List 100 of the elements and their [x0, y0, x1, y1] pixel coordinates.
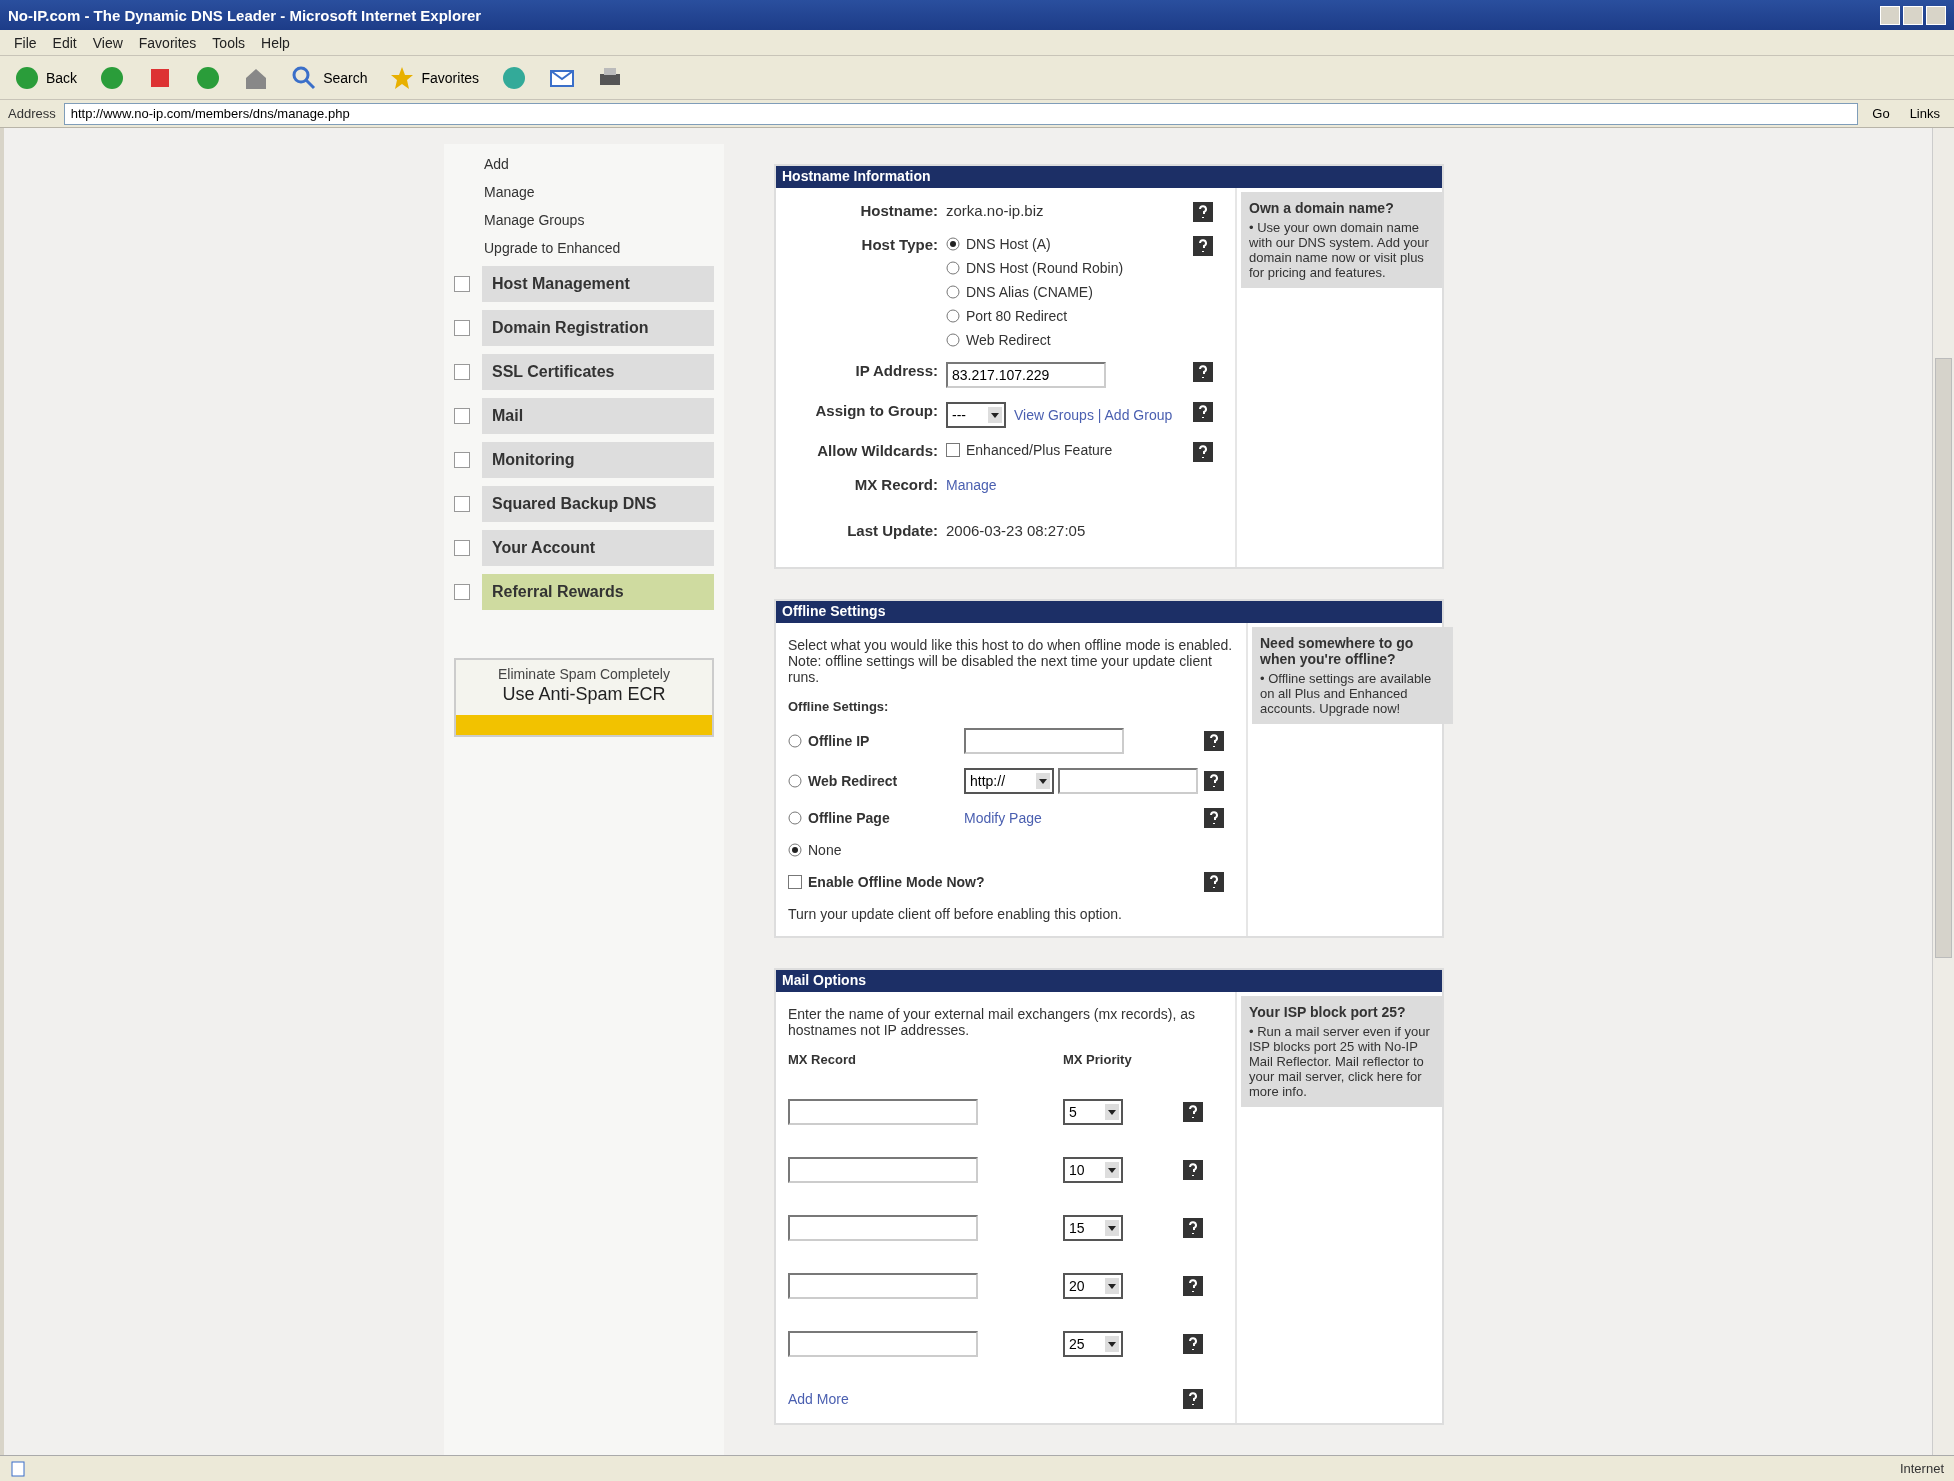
- mx-record-field[interactable]: [788, 1157, 978, 1183]
- expand-icon[interactable]: [454, 540, 470, 556]
- offline-ip-field[interactable]: [964, 728, 1124, 754]
- checkbox[interactable]: [788, 875, 802, 889]
- ip-address-field[interactable]: 83.217.107.229: [946, 362, 1106, 388]
- address-label: Address: [8, 106, 56, 121]
- help-icon[interactable]: [1183, 1102, 1203, 1122]
- tip-title: Own a domain name?: [1249, 200, 1395, 216]
- window-title: No-IP.com - The Dynamic DNS Leader - Microsoft Internet Explorer: [8, 6, 482, 24]
- sidebar-link[interactable]: Add: [454, 154, 714, 174]
- sidebar-link[interactable]: Manage: [454, 182, 714, 202]
- scrollbar-thumb[interactable]: [1935, 358, 1952, 958]
- help-icon[interactable]: [1204, 731, 1224, 751]
- group-links[interactable]: View Groups | Add Group: [1014, 407, 1173, 423]
- minimize-button[interactable]: [1880, 5, 1900, 25]
- radio-button[interactable]: [946, 285, 960, 299]
- mx-record-field[interactable]: [788, 1331, 978, 1357]
- sidebar-item[interactable]: Host Management: [482, 266, 714, 302]
- option-label: Web Redirect: [966, 332, 1051, 348]
- help-icon[interactable]: [1204, 808, 1224, 828]
- redirect-url-field[interactable]: [1058, 768, 1198, 794]
- menu-item[interactable]: Edit: [52, 34, 77, 51]
- menu-item[interactable]: View: [92, 34, 123, 51]
- toolbar-button[interactable]: Back: [10, 62, 82, 93]
- modify-page-link[interactable]: Modify Page: [964, 810, 1042, 826]
- menu-item[interactable]: File: [14, 34, 37, 51]
- help-icon[interactable]: [1183, 1276, 1203, 1296]
- expand-icon[interactable]: [454, 276, 470, 292]
- radio-button[interactable]: [946, 261, 960, 275]
- note-text: Turn your update client off before enabling this option.: [788, 906, 1123, 922]
- priority-select[interactable]: 5: [1063, 1099, 1123, 1125]
- close-button[interactable]: [1926, 5, 1946, 25]
- links-button[interactable]: Links: [1903, 105, 1946, 122]
- feature-note: Enhanced/Plus Feature: [966, 442, 1113, 458]
- radio-button[interactable]: [788, 811, 802, 825]
- expand-icon[interactable]: [454, 496, 470, 512]
- checkbox[interactable]: [946, 443, 960, 457]
- sidebar-link[interactable]: Upgrade to Enhanced: [454, 238, 714, 258]
- option-label: DNS Host (A): [966, 236, 1051, 252]
- expand-icon[interactable]: [454, 320, 470, 336]
- help-icon[interactable]: [1183, 1389, 1203, 1409]
- tip-text: • Use your own domain name with our DNS system. Add your domain name now or visit plus for pricing and features.: [1249, 220, 1430, 280]
- manage-link[interactable]: Manage: [946, 477, 997, 493]
- sidebar-item[interactable]: Mail: [482, 398, 714, 434]
- priority-select[interactable]: 10: [1063, 1157, 1123, 1183]
- radio-button[interactable]: [788, 734, 802, 748]
- help-icon[interactable]: [1183, 1218, 1203, 1238]
- expand-icon[interactable]: [454, 408, 470, 424]
- help-icon[interactable]: [1193, 402, 1213, 422]
- help-icon[interactable]: [1193, 202, 1213, 222]
- mx-record-field[interactable]: [788, 1215, 978, 1241]
- help-icon[interactable]: [1204, 771, 1224, 791]
- radio-button[interactable]: [788, 774, 802, 788]
- sidebar-link[interactable]: Manage Groups: [454, 210, 714, 230]
- option-label: Offline Page: [808, 810, 890, 826]
- sidebar-item[interactable]: Monitoring: [482, 442, 714, 478]
- sidebar-item[interactable]: Referral Rewards: [482, 574, 714, 610]
- help-icon[interactable]: [1183, 1334, 1203, 1354]
- field-label: Allow Wildcards:: [816, 442, 938, 459]
- priority-select[interactable]: 25: [1063, 1331, 1123, 1357]
- expand-icon[interactable]: [454, 452, 470, 468]
- field-label: Last Update:: [846, 522, 938, 539]
- scrollbar[interactable]: [1932, 128, 1954, 1455]
- radio-button[interactable]: [946, 309, 960, 323]
- menu-item[interactable]: Help: [261, 34, 290, 51]
- mx-record-field[interactable]: [788, 1099, 978, 1125]
- ad-link[interactable]: Use Anti-Spam ECR: [502, 682, 666, 715]
- tip-text: • Offline settings are available on all Plus and Enhanced accounts. Upgrade now!: [1260, 671, 1433, 716]
- mx-record-field[interactable]: [788, 1273, 978, 1299]
- sidebar-item[interactable]: SSL Certificates: [482, 354, 714, 390]
- radio-button[interactable]: [946, 237, 960, 251]
- radio-button[interactable]: [946, 333, 960, 347]
- sidebar-item[interactable]: Domain Registration: [482, 310, 714, 346]
- menu-item[interactable]: Tools: [212, 34, 246, 51]
- group-select[interactable]: ---: [946, 402, 1006, 428]
- maximize-button[interactable]: [1903, 5, 1923, 25]
- radio-button[interactable]: [788, 843, 802, 857]
- tip-title: Need somewhere to go when you're offline?: [1260, 635, 1415, 667]
- help-icon[interactable]: [1183, 1160, 1203, 1180]
- address-field[interactable]: http://www.no-ip.com/members/dns/manage.php: [63, 102, 1859, 125]
- protocol-select[interactable]: http://: [964, 768, 1054, 794]
- toolbar-button[interactable]: Favorites: [385, 62, 484, 93]
- sidebar-item[interactable]: Squared Backup DNS: [482, 486, 714, 522]
- sidebar-item[interactable]: Your Account: [482, 530, 714, 566]
- add-more-link[interactable]: Add More: [788, 1391, 1063, 1407]
- go-button[interactable]: Go: [1866, 105, 1896, 122]
- priority-select[interactable]: 15: [1063, 1215, 1123, 1241]
- tip-title: Your ISP block port 25?: [1249, 1004, 1407, 1020]
- ad-banner[interactable]: Eliminate Spam Completely Use Anti-Spam ECR: [454, 658, 714, 737]
- priority-select[interactable]: 20: [1063, 1273, 1123, 1299]
- option-label: DNS Host (Round Robin): [966, 260, 1124, 276]
- help-icon[interactable]: [1193, 362, 1213, 382]
- menu-item[interactable]: Favorites: [138, 34, 197, 51]
- help-icon[interactable]: [1193, 236, 1213, 256]
- help-icon[interactable]: [1193, 442, 1213, 462]
- option-label: None: [808, 842, 842, 858]
- help-icon[interactable]: [1204, 872, 1224, 892]
- toolbar-button[interactable]: Search: [287, 62, 372, 93]
- expand-icon[interactable]: [454, 364, 470, 380]
- expand-icon[interactable]: [454, 584, 470, 600]
